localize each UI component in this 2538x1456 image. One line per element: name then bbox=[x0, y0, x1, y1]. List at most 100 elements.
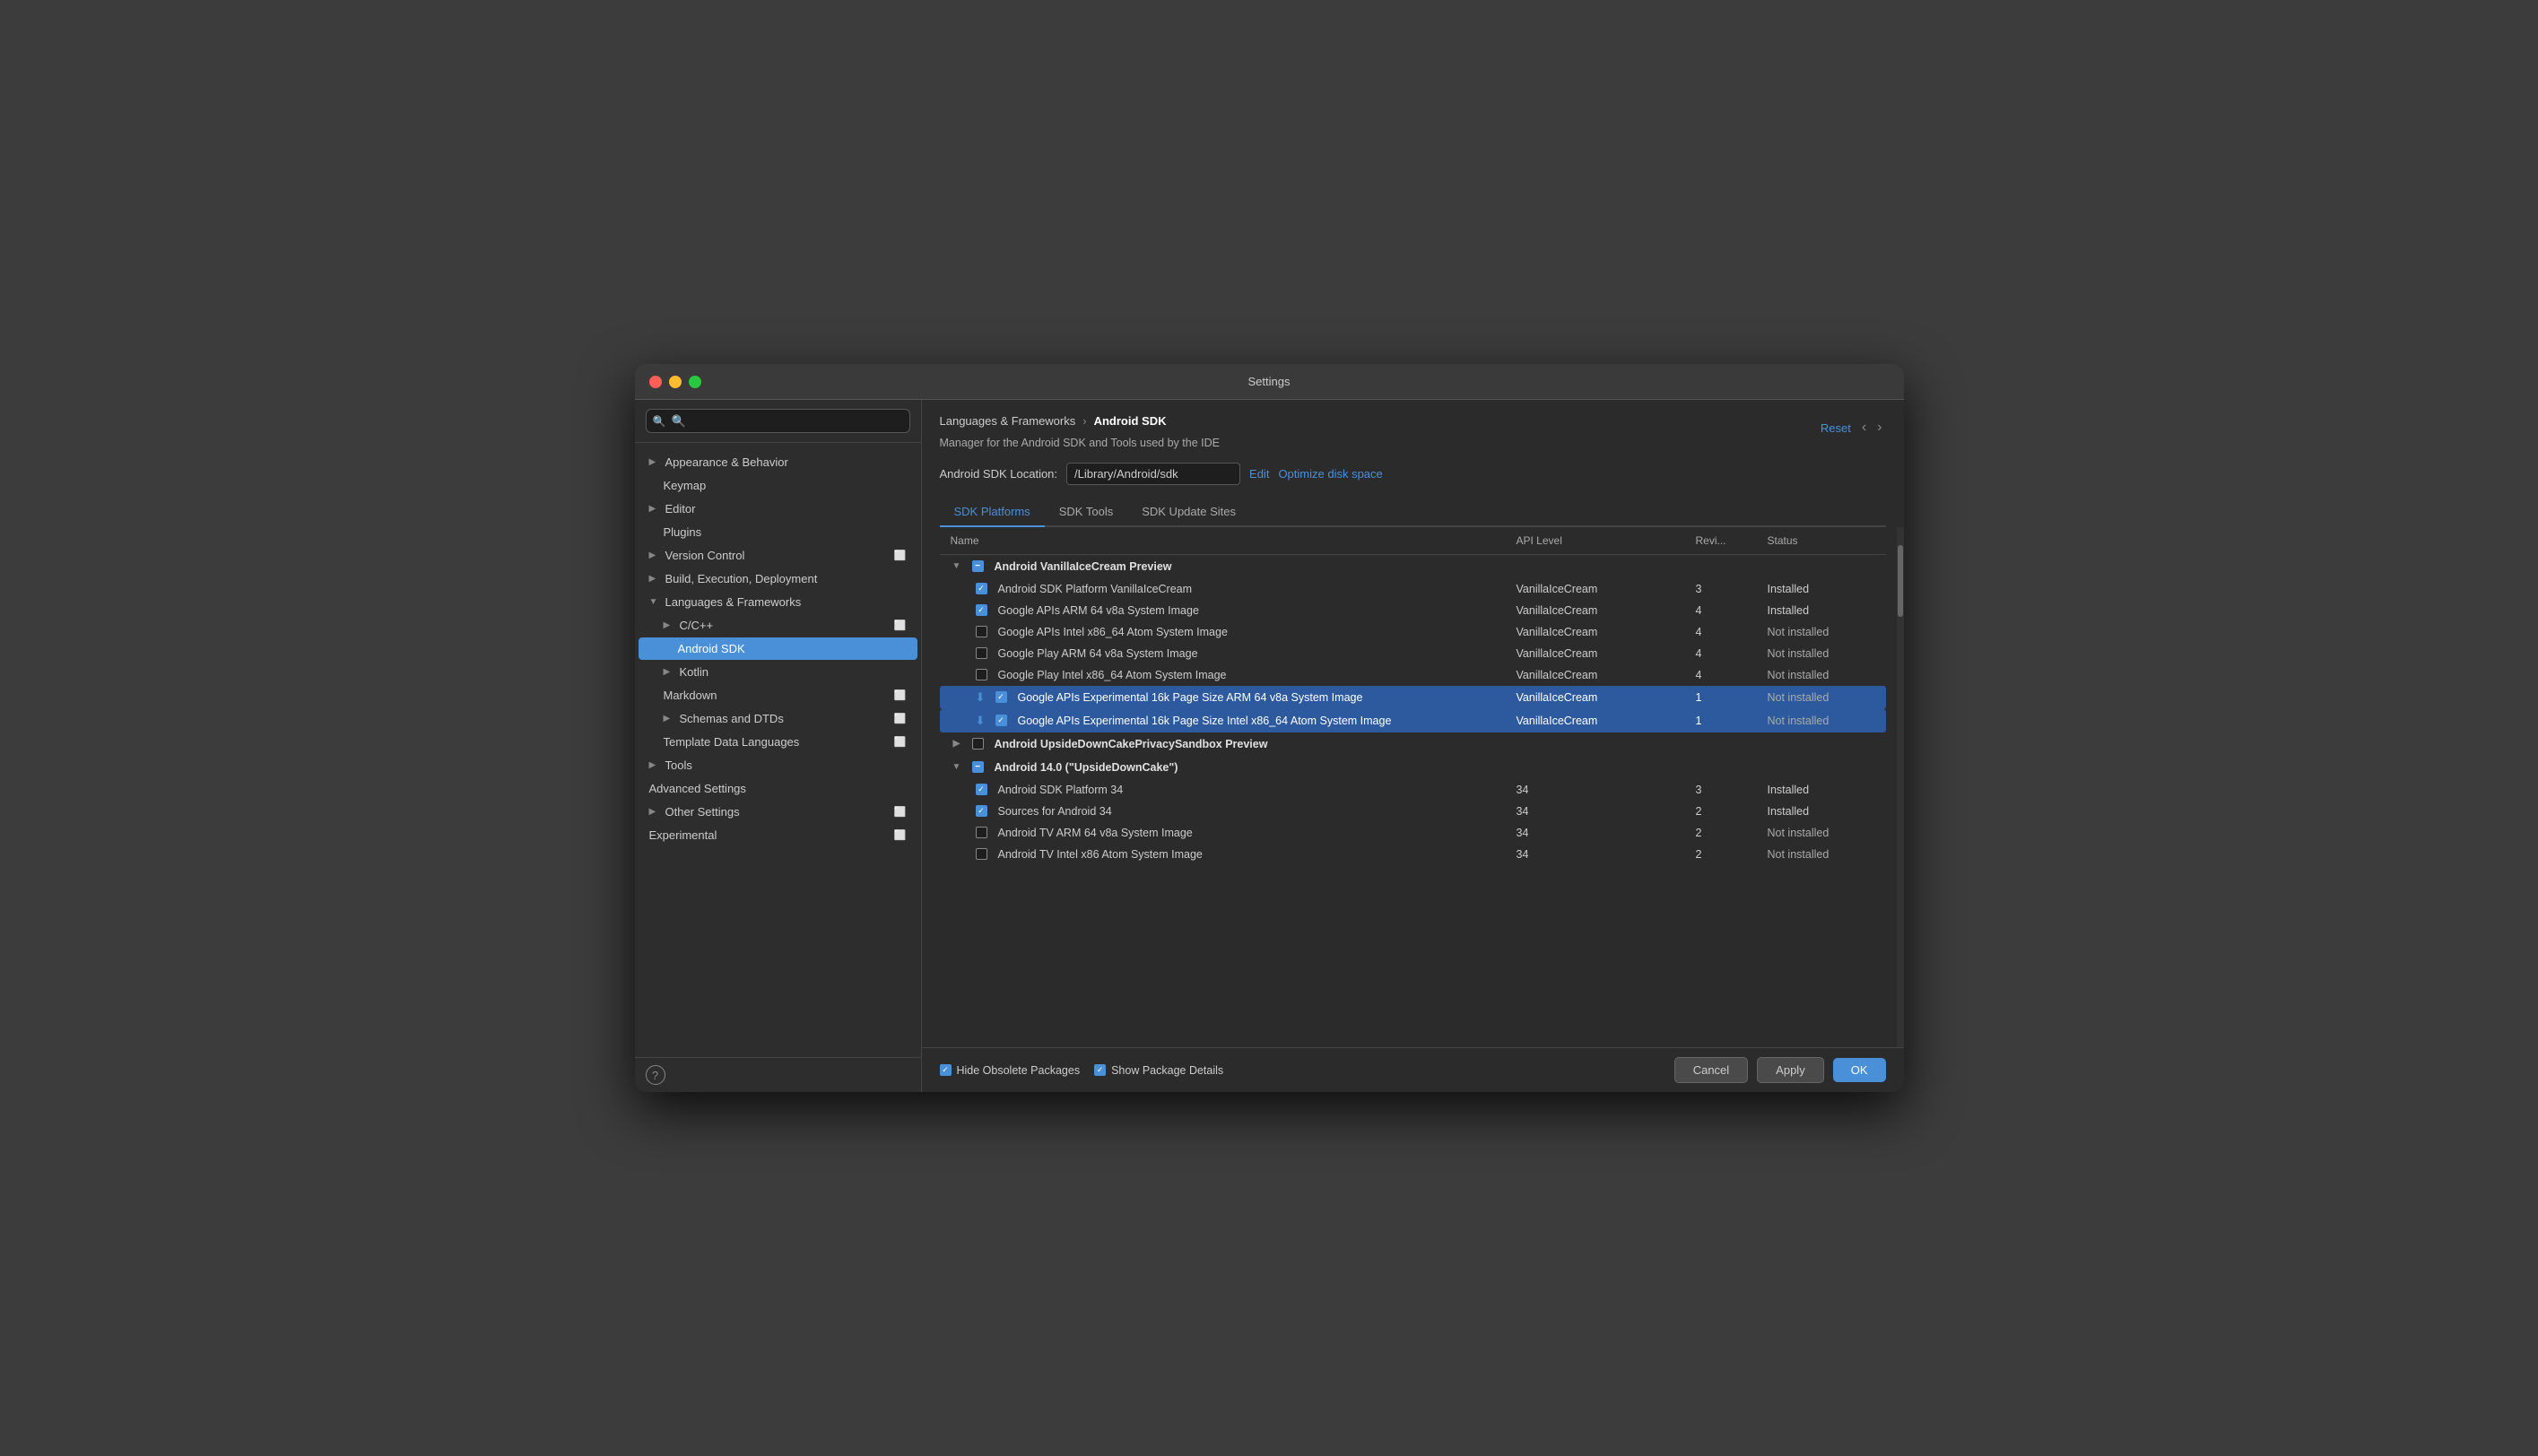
chevron-right-icon: ▶ bbox=[664, 620, 674, 630]
sidebar-item-languages[interactable]: ▼ Languages & Frameworks bbox=[639, 591, 917, 613]
close-button[interactable] bbox=[649, 376, 662, 388]
chevron-right-icon: ▶ bbox=[649, 807, 660, 817]
sidebar-item-advanced-settings[interactable]: Advanced Settings bbox=[639, 777, 917, 800]
sidebar-item-schemas[interactable]: ▶ Schemas and DTDs ⬜ bbox=[639, 707, 917, 730]
sidebar-item-keymap[interactable]: Keymap bbox=[639, 474, 917, 497]
sidebar-item-label: Template Data Languages bbox=[664, 735, 800, 749]
row-checkbox[interactable] bbox=[976, 805, 987, 817]
table-row[interactable]: Google APIs Intel x86_64 Atom System Ima… bbox=[940, 621, 1886, 643]
table-row[interactable]: Google APIs ARM 64 v8a System Image Vani… bbox=[940, 600, 1886, 621]
sidebar-item-label: Build, Execution, Deployment bbox=[665, 572, 818, 585]
sidebar-item-label: C/C++ bbox=[680, 619, 714, 632]
row-rev: 2 bbox=[1696, 805, 1768, 818]
row-checkbox[interactable] bbox=[976, 784, 987, 795]
search-icon: 🔍 bbox=[653, 415, 666, 428]
sidebar-badge: ⬜ bbox=[894, 713, 907, 724]
back-button[interactable]: ‹ bbox=[1858, 418, 1870, 438]
row-checkbox[interactable] bbox=[995, 715, 1007, 726]
optimize-disk-button[interactable]: Optimize disk space bbox=[1278, 467, 1382, 481]
table-row-highlighted[interactable]: ⬇ Google APIs Experimental 16k Page Size… bbox=[940, 686, 1886, 709]
row-name-text: Android TV Intel x86 Atom System Image bbox=[998, 848, 1203, 861]
minimize-button[interactable] bbox=[669, 376, 682, 388]
sidebar-item-experimental[interactable]: Experimental ⬜ bbox=[639, 824, 917, 846]
sidebar-item-build[interactable]: ▶ Build, Execution, Deployment bbox=[639, 568, 917, 590]
tab-sdk-platforms[interactable]: SDK Platforms bbox=[940, 498, 1045, 527]
show-package-checkbox[interactable] bbox=[1094, 1064, 1106, 1076]
sidebar-item-markdown[interactable]: Markdown ⬜ bbox=[639, 684, 917, 706]
group-name: Android VanillaIceCream Preview bbox=[995, 560, 1172, 573]
sdk-location-input[interactable] bbox=[1066, 463, 1240, 485]
sidebar-item-appearance[interactable]: ▶ Appearance & Behavior bbox=[639, 451, 917, 473]
breadcrumb-parent: Languages & Frameworks bbox=[940, 414, 1076, 428]
row-api: VanillaIceCream bbox=[1517, 604, 1696, 617]
row-status: Installed bbox=[1768, 583, 1875, 595]
table-row[interactable]: Android SDK Platform 34 34 3 Installed bbox=[940, 779, 1886, 801]
traffic-lights bbox=[649, 376, 701, 388]
row-api: VanillaIceCream bbox=[1517, 626, 1696, 638]
group-row[interactable]: ▼ Android 14.0 ("UpsideDownCake") bbox=[940, 756, 1886, 779]
table-row[interactable]: Google Play Intel x86_64 Atom System Ima… bbox=[940, 664, 1886, 686]
sidebar-item-version-control[interactable]: ▶ Version Control ⬜ bbox=[639, 544, 917, 567]
sidebar-item-label: Appearance & Behavior bbox=[665, 455, 788, 469]
sidebar-item-plugins[interactable]: Plugins bbox=[639, 521, 917, 543]
edit-button[interactable]: Edit bbox=[1249, 467, 1269, 481]
sidebar-item-tools[interactable]: ▶ Tools bbox=[639, 754, 917, 776]
row-status: Not installed bbox=[1768, 715, 1875, 727]
row-checkbox[interactable] bbox=[976, 583, 987, 594]
row-checkbox[interactable] bbox=[976, 604, 987, 616]
maximize-button[interactable] bbox=[689, 376, 701, 388]
expand-icon: ▼ bbox=[951, 761, 963, 774]
sidebar-item-cpp[interactable]: ▶ C/C++ ⬜ bbox=[639, 614, 917, 637]
sidebar-badge: ⬜ bbox=[894, 550, 907, 561]
row-api: VanillaIceCream bbox=[1517, 583, 1696, 595]
tab-sdk-tools[interactable]: SDK Tools bbox=[1045, 498, 1127, 527]
sidebar-item-label: Advanced Settings bbox=[649, 782, 746, 795]
sidebar-item-template-data[interactable]: Template Data Languages ⬜ bbox=[639, 731, 917, 753]
sidebar-badge: ⬜ bbox=[894, 806, 907, 818]
table-row[interactable]: Android TV Intel x86 Atom System Image 3… bbox=[940, 844, 1886, 865]
group-checkbox[interactable] bbox=[972, 761, 984, 773]
table-row[interactable]: Android SDK Platform VanillaIceCream Van… bbox=[940, 578, 1886, 600]
sidebar-item-label: Editor bbox=[665, 502, 696, 516]
help-button[interactable]: ? bbox=[646, 1065, 665, 1085]
search-input[interactable] bbox=[646, 409, 910, 433]
description-text: Manager for the Android SDK and Tools us… bbox=[940, 435, 1383, 452]
sidebar-item-other-settings[interactable]: ▶ Other Settings ⬜ bbox=[639, 801, 917, 823]
sidebar-item-android-sdk[interactable]: Android SDK bbox=[639, 637, 917, 660]
tab-sdk-update-sites[interactable]: SDK Update Sites bbox=[1127, 498, 1250, 527]
sidebar-item-kotlin[interactable]: ▶ Kotlin bbox=[639, 661, 917, 683]
group-checkbox[interactable] bbox=[972, 560, 984, 572]
table-row[interactable]: Google Play ARM 64 v8a System Image Vani… bbox=[940, 643, 1886, 664]
row-checkbox[interactable] bbox=[976, 647, 987, 659]
row-checkbox[interactable] bbox=[976, 827, 987, 838]
table-row[interactable]: Sources for Android 34 34 2 Installed bbox=[940, 801, 1886, 822]
forward-button[interactable]: › bbox=[1873, 418, 1885, 438]
group-checkbox[interactable] bbox=[972, 738, 984, 750]
row-rev: 1 bbox=[1696, 691, 1768, 704]
reset-button[interactable]: Reset bbox=[1821, 421, 1851, 435]
row-rev: 4 bbox=[1696, 604, 1768, 617]
hide-obsolete-checkbox[interactable] bbox=[940, 1064, 952, 1076]
download-icon: ⬇ bbox=[976, 714, 990, 728]
row-checkbox[interactable] bbox=[976, 669, 987, 680]
table-row[interactable]: Android TV ARM 64 v8a System Image 34 2 … bbox=[940, 822, 1886, 844]
group-row[interactable]: ▼ Android VanillaIceCream Preview bbox=[940, 555, 1886, 578]
row-rev: 4 bbox=[1696, 669, 1768, 681]
row-checkbox[interactable] bbox=[995, 691, 1007, 703]
table-row-highlighted[interactable]: ⬇ Google APIs Experimental 16k Page Size… bbox=[940, 709, 1886, 732]
cancel-button[interactable]: Cancel bbox=[1674, 1057, 1748, 1083]
row-checkbox[interactable] bbox=[976, 848, 987, 860]
row-status: Installed bbox=[1768, 604, 1875, 617]
row-name-text: Sources for Android 34 bbox=[998, 805, 1112, 818]
scrollbar-thumb[interactable] bbox=[1898, 545, 1903, 617]
sidebar-item-editor[interactable]: ▶ Editor bbox=[639, 498, 917, 520]
sidebar-item-label: Languages & Frameworks bbox=[665, 595, 802, 609]
main-panel: Languages & Frameworks › Android SDK Man… bbox=[922, 400, 1904, 1092]
sidebar-item-label: Other Settings bbox=[665, 805, 740, 819]
apply-button[interactable]: Apply bbox=[1757, 1057, 1824, 1083]
group-row[interactable]: ▶ Android UpsideDownCakePrivacySandbox P… bbox=[940, 732, 1886, 756]
ok-button[interactable]: OK bbox=[1833, 1058, 1886, 1082]
col-name: Name bbox=[951, 534, 1517, 547]
row-checkbox[interactable] bbox=[976, 626, 987, 637]
expand-icon: ▼ bbox=[951, 560, 963, 573]
